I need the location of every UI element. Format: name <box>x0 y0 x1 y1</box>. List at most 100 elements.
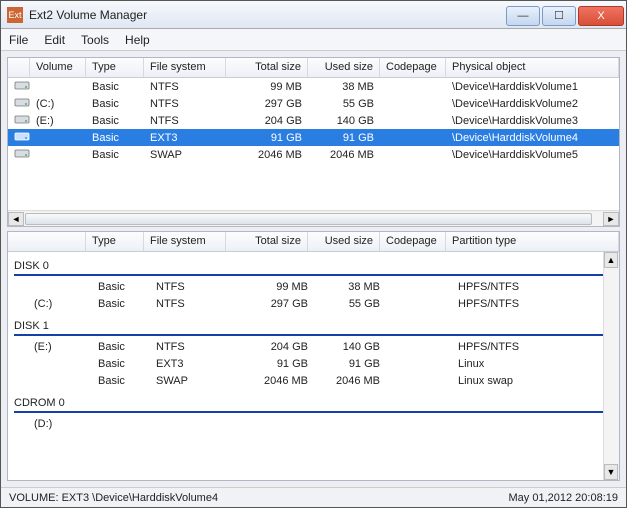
col-physical[interactable]: Physical object <box>446 58 619 77</box>
volume-row[interactable]: BasicEXT391 GB91 GB\Device\HarddiskVolum… <box>8 129 619 146</box>
cell-ptype: Linux <box>452 357 613 374</box>
maximize-button[interactable]: ☐ <box>542 6 576 26</box>
menu-edit[interactable]: Edit <box>44 33 65 47</box>
scroll-down-icon[interactable]: ▼ <box>604 464 618 480</box>
col-type[interactable]: Type <box>86 58 144 77</box>
cell-codepage <box>380 137 446 139</box>
cell-vol <box>14 357 92 374</box>
cell-ptype: HPFS/NTFS <box>452 280 613 297</box>
cell-fs: NTFS <box>150 280 232 297</box>
col2-fs[interactable]: File system <box>144 232 226 251</box>
cell-used: 140 GB <box>308 114 380 128</box>
disk-detail-panel: Type File system Total size Used size Co… <box>7 231 620 481</box>
cell-total: 2046 MB <box>232 374 314 391</box>
disk-header[interactable]: CDROM 0 <box>14 391 613 409</box>
cell-type: Basic <box>92 374 150 391</box>
partition-row[interactable]: (E:)BasicNTFS204 GB140 GBHPFS/NTFS <box>14 340 613 357</box>
scroll-track-v[interactable] <box>604 268 619 464</box>
disk-divider <box>14 334 613 336</box>
cell-used: 38 MB <box>308 80 380 94</box>
cell-type: Basic <box>86 131 144 145</box>
disk-divider <box>14 274 613 276</box>
cell-total: 99 MB <box>226 80 308 94</box>
cell-type: Basic <box>86 80 144 94</box>
volume-row[interactable]: BasicSWAP2046 MB2046 MB\Device\HarddiskV… <box>8 146 619 163</box>
volume-row[interactable]: (C:)BasicNTFS297 GB55 GB\Device\Harddisk… <box>8 95 619 112</box>
col-filesystem[interactable]: File system <box>144 58 226 77</box>
col2-blank[interactable] <box>8 232 86 251</box>
partition-row[interactable]: (D:) <box>14 417 613 434</box>
col2-used[interactable]: Used size <box>308 232 380 251</box>
scroll-track[interactable] <box>24 212 603 226</box>
partition-row[interactable]: BasicEXT391 GB91 GBLinux <box>14 357 613 374</box>
scroll-right-icon[interactable]: ► <box>603 212 619 226</box>
col-volume[interactable]: Volume <box>30 58 86 77</box>
partition-row[interactable]: BasicNTFS99 MB38 MBHPFS/NTFS <box>14 280 613 297</box>
volume-rows: BasicNTFS99 MB38 MB\Device\HarddiskVolum… <box>8 78 619 210</box>
cell-physical: \Device\HarddiskVolume4 <box>446 131 619 145</box>
disk-header[interactable]: DISK 0 <box>14 254 613 272</box>
col2-ptype[interactable]: Partition type <box>446 232 619 251</box>
cell-used <box>314 417 386 434</box>
col-totalsize[interactable]: Total size <box>226 58 308 77</box>
v-scrollbar[interactable]: ▲ ▼ <box>603 252 619 480</box>
menubar: File Edit Tools Help <box>1 29 626 51</box>
cell-used: 55 GB <box>308 97 380 111</box>
col2-cp[interactable]: Codepage <box>380 232 446 251</box>
cell-total: 2046 MB <box>226 148 308 162</box>
cell-type: Basic <box>86 148 144 162</box>
status-left: VOLUME: EXT3 \Device\HarddiskVolume4 <box>9 492 218 504</box>
cell-type: Basic <box>92 280 150 297</box>
cell-ptype: Linux swap <box>452 374 613 391</box>
minimize-button[interactable]: — <box>506 6 540 26</box>
menu-help[interactable]: Help <box>125 33 150 47</box>
scroll-up-icon[interactable]: ▲ <box>604 252 618 268</box>
cell-fs: NTFS <box>144 97 226 111</box>
col-codepage[interactable]: Codepage <box>380 58 446 77</box>
menu-tools[interactable]: Tools <box>81 33 109 47</box>
cell-fs: NTFS <box>144 114 226 128</box>
window-title: Ext2 Volume Manager <box>29 8 506 22</box>
cell-volume: (C:) <box>30 97 86 111</box>
disk-detail-header: Type File system Total size Used size Co… <box>8 232 619 252</box>
cell-ptype <box>452 417 613 434</box>
cell-ptype: HPFS/NTFS <box>452 340 613 357</box>
volume-row[interactable]: BasicNTFS99 MB38 MB\Device\HarddiskVolum… <box>8 78 619 95</box>
cell-type: Basic <box>86 97 144 111</box>
scroll-left-icon[interactable]: ◄ <box>8 212 24 226</box>
app-window: Ext Ext2 Volume Manager — ☐ X File Edit … <box>0 0 627 508</box>
cell-volume <box>30 137 86 139</box>
cell-used: 2046 MB <box>314 374 386 391</box>
drive-icon <box>8 78 30 95</box>
titlebar[interactable]: Ext Ext2 Volume Manager — ☐ X <box>1 1 626 29</box>
scroll-thumb[interactable] <box>25 213 592 225</box>
cell-fs <box>150 417 232 434</box>
volume-list-panel: Volume Type File system Total size Used … <box>7 57 620 227</box>
cell-codepage <box>380 154 446 156</box>
disk-header[interactable]: DISK 1 <box>14 314 613 332</box>
partition-row[interactable]: BasicSWAP2046 MB2046 MBLinux swap <box>14 374 613 391</box>
close-button[interactable]: X <box>578 6 624 26</box>
col2-total[interactable]: Total size <box>226 232 308 251</box>
col2-type[interactable]: Type <box>86 232 144 251</box>
cell-fs: SWAP <box>150 374 232 391</box>
disk-sections: DISK 0BasicNTFS99 MB38 MBHPFS/NTFS(C:)Ba… <box>8 252 619 440</box>
cell-type <box>92 417 150 434</box>
cell-fs: EXT3 <box>144 131 226 145</box>
cell-physical: \Device\HarddiskVolume1 <box>446 80 619 94</box>
col-usedsize[interactable]: Used size <box>308 58 380 77</box>
cell-total: 204 GB <box>232 340 314 357</box>
menu-file[interactable]: File <box>9 33 28 47</box>
cell-type: Basic <box>92 357 150 374</box>
h-scrollbar[interactable]: ◄ ► <box>8 210 619 226</box>
col-icon[interactable] <box>8 58 30 77</box>
cell-used: 91 GB <box>308 131 380 145</box>
cell-codepage <box>380 86 446 88</box>
cell-vol: (C:) <box>14 297 92 314</box>
partition-row[interactable]: (C:)BasicNTFS297 GB55 GBHPFS/NTFS <box>14 297 613 314</box>
statusbar: VOLUME: EXT3 \Device\HarddiskVolume4 May… <box>1 487 626 507</box>
volume-row[interactable]: (E:)BasicNTFS204 GB140 GB\Device\Harddis… <box>8 112 619 129</box>
disk-divider <box>14 411 613 413</box>
cell-cp <box>386 280 452 297</box>
drive-icon <box>8 112 30 129</box>
